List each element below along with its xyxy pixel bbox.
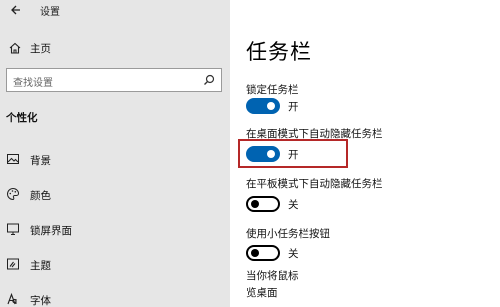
page-title: 任务栏 [246,40,312,64]
sidebar-item-label: 主页 [30,43,51,55]
lock-screen-icon [7,223,19,235]
toggle-knob [267,102,275,110]
toggle-knob [251,200,259,208]
section-heading: 个性化 [6,112,38,124]
search-placeholder: 查找设置 [13,78,53,89]
back-arrow-icon[interactable] [8,2,24,18]
search-icon[interactable] [203,74,215,86]
sidebar: 设置 主页 查找设置 个性化 背景 颜色 锁屏界面 主题 字体 [0,0,230,307]
sidebar-item-label: 字体 [30,295,51,307]
toggle-knob [267,150,275,158]
sidebar-item-label: 背景 [30,155,51,167]
lock-taskbar-toggle[interactable] [246,98,280,114]
setting-label-peek: 当你将鼠标 览桌面 [246,268,494,302]
toggle-state-label: 开 [288,149,299,161]
sidebar-item-label: 锁屏界面 [30,225,72,237]
sidebar-item-font[interactable]: 字体 [0,288,230,307]
sidebar-item-theme[interactable]: 主题 [0,253,230,277]
theme-icon [7,258,19,270]
setting-label-autohide-tablet: 在平板模式下自动隐藏任务栏 [246,178,383,190]
lock-taskbar-setting: 开 [246,96,326,116]
palette-icon [7,187,20,201]
setting-label-small-buttons: 使用小任务栏按钮 [246,228,330,240]
toggle-knob [251,249,259,257]
toggle-state-label: 开 [288,101,299,113]
image-icon [7,154,19,164]
autohide-tablet-toggle[interactable] [246,196,280,212]
peek-label-line2: 览桌面 [246,287,278,299]
small-buttons-toggle[interactable] [246,245,280,261]
sidebar-item-label: 颜色 [30,190,51,202]
title-bar: 设置 [0,0,230,22]
font-icon [7,292,17,305]
sidebar-item-home[interactable]: 主页 [0,38,230,60]
sidebar-item-lock-screen[interactable]: 锁屏界面 [0,218,230,242]
app-title: 设置 [40,7,60,18]
setting-label-lock-taskbar: 锁定任务栏 [246,84,299,96]
home-icon [9,42,21,54]
sidebar-item-label: 主题 [30,260,51,272]
autohide-desktop-toggle[interactable] [246,146,280,162]
sidebar-item-background[interactable]: 背景 [0,148,230,172]
main-panel: 任务栏 锁定任务栏 开 在桌面模式下自动隐藏任务栏 开 在平板模式下自动隐藏任务… [230,0,500,307]
toggle-state-label: 关 [288,199,299,211]
peek-label-line1: 当你将鼠标 [246,270,299,282]
autohide-desktop-setting: 开 [246,144,326,164]
autohide-tablet-setting: 关 [246,194,326,214]
sidebar-item-color[interactable]: 颜色 [0,183,230,207]
search-input[interactable]: 查找设置 [6,68,222,92]
small-buttons-setting: 关 [246,243,326,263]
toggle-state-label: 关 [288,248,299,260]
